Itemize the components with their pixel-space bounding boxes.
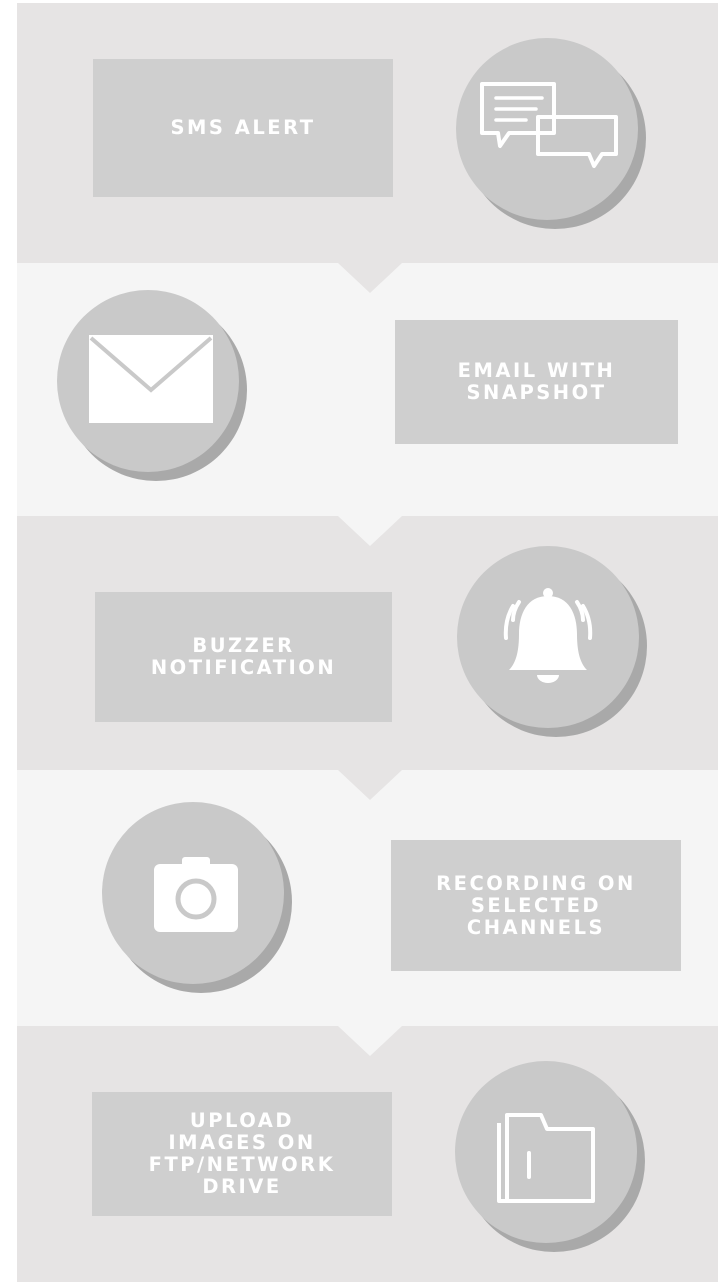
sms-icon-circle — [456, 38, 656, 238]
label-line: NOTIFICATION — [150, 656, 337, 679]
envelope-icon — [89, 335, 213, 423]
ringing-bell-icon — [503, 588, 593, 683]
buzzer-notification-label: BUZZER NOTIFICATION — [95, 592, 392, 722]
upload-images-label: UPLOAD IMAGES ON FTP/NETWORK DRIVE — [92, 1092, 392, 1216]
pointer-notch — [338, 1026, 402, 1056]
sms-chat-bubbles-icon — [480, 82, 618, 168]
label-line: CHANNELS — [466, 915, 606, 939]
label-line: SELECTED — [470, 893, 602, 917]
pointer-notch — [338, 516, 402, 546]
alarm-actions-infographic: SMS ALERT EMAIL WITH SNAPSHOT BUZZER NOT… — [0, 0, 718, 1285]
pointer-notch — [338, 263, 402, 293]
label-line: BUZZER — [192, 634, 295, 657]
recording-on-selected-channels-label: RECORDING ON SELECTED CHANNELS — [391, 840, 681, 971]
label-line: RECORDING ON — [436, 871, 636, 895]
email-icon-circle — [57, 290, 257, 490]
label-line: SNAPSHOT — [466, 381, 607, 404]
label-line: IMAGES ON — [168, 1131, 316, 1154]
camera-icon — [154, 857, 238, 932]
label-line: EMAIL WITH — [457, 359, 616, 382]
buzzer-icon-circle — [457, 546, 657, 746]
label-line: SMS ALERT — [170, 116, 316, 139]
sms-alert-label: SMS ALERT — [93, 59, 393, 197]
recording-icon-circle — [102, 802, 302, 1002]
label-line: UPLOAD — [189, 1109, 295, 1132]
label-line: FTP/NETWORK — [148, 1153, 336, 1176]
pointer-notch — [338, 770, 402, 800]
folder-icon — [497, 1113, 595, 1203]
label-line: DRIVE — [202, 1175, 282, 1198]
upload-icon-circle — [455, 1061, 655, 1261]
email-with-snapshot-label: EMAIL WITH SNAPSHOT — [395, 320, 678, 444]
